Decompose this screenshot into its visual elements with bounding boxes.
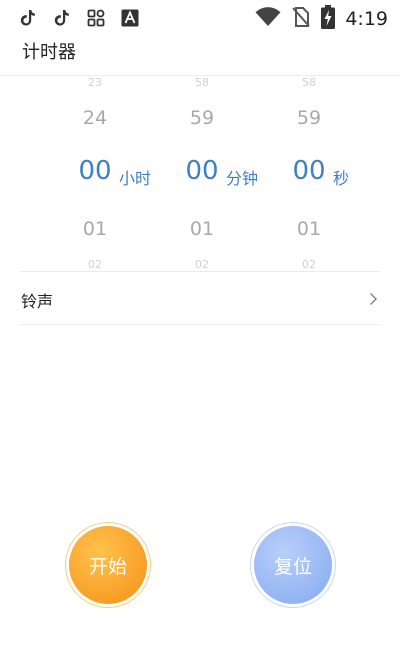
seconds-below: 01 [296,218,322,240]
tiktok-icon [18,8,38,28]
ringtone-label: 铃声 [21,292,54,311]
seconds-far-above: 58 [302,76,316,89]
app-header: 计时器 [0,36,400,76]
minutes-far-below: 02 [195,258,209,270]
hours-far-above: 23 [88,76,102,89]
reset-button-label: 复位 [273,555,312,578]
seconds-unit-label: 秒 [333,169,350,188]
hours-below: 01 [82,218,108,240]
hours-far-below: 02 [88,258,102,270]
chevron-right-icon [369,291,378,310]
tiktok-icon [52,8,72,28]
reset-button[interactable]: 复位 [251,523,335,607]
ringtone-row[interactable]: 铃声 [20,272,380,324]
seconds-far-below: 02 [302,258,316,270]
minutes-far-above: 58 [195,76,209,89]
seconds-above: 59 [296,107,322,129]
start-button[interactable]: 开始 [66,523,150,607]
time-picker: 23 24 00 01 02 小时 58 59 00 01 02 分钟 58 5… [0,76,400,270]
system-status: 4:19 [255,5,388,33]
apps-grid-icon [86,8,106,28]
start-button-label: 开始 [88,555,127,578]
status-time: 4:19 [345,8,388,30]
minutes-above: 59 [189,107,215,129]
hours-above: 24 [82,107,108,129]
battery-charging-icon [321,5,336,33]
notification-icons [18,8,140,28]
font-a-icon [120,8,140,28]
minutes-below: 01 [189,218,215,240]
no-sim-icon [291,6,311,32]
status-bar: 4:19 [0,0,400,36]
wifi-icon [255,7,281,31]
page-title: 计时器 [22,42,76,63]
divider [20,324,380,325]
